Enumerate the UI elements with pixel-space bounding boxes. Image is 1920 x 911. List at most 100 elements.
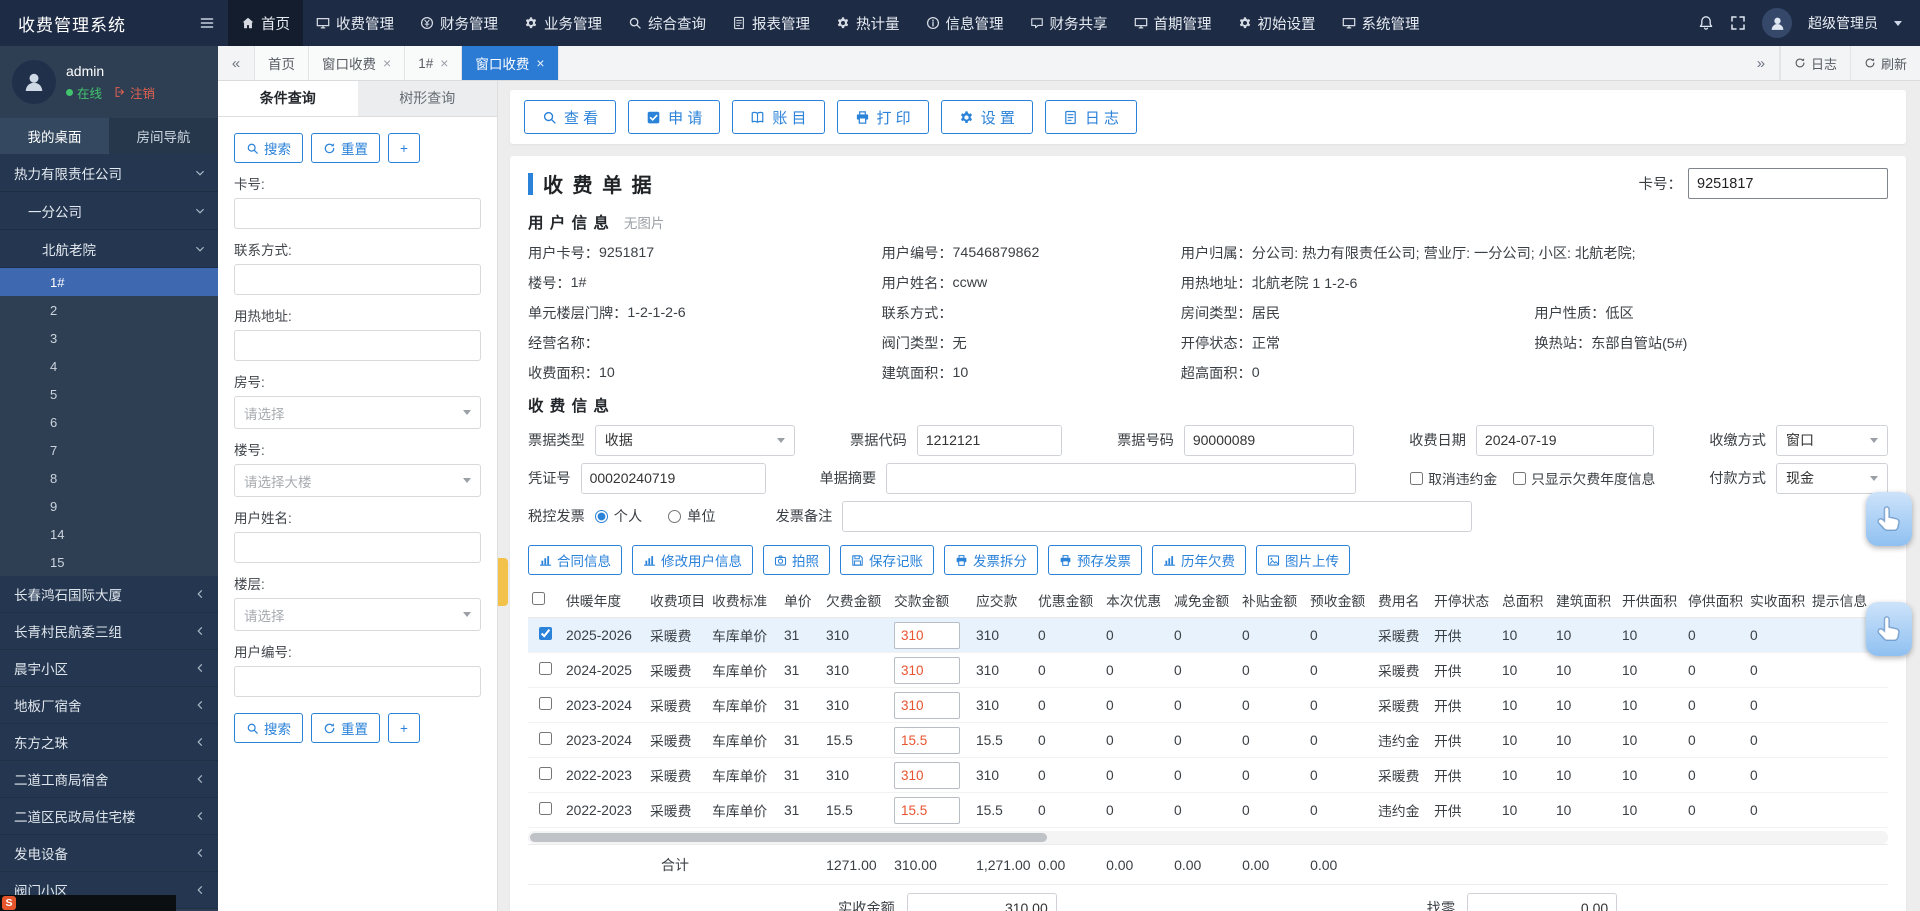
- fee-option-checkbox[interactable]: 取消违约金: [1410, 468, 1497, 488]
- search-button[interactable]: 搜索: [234, 713, 303, 743]
- top-nav-item[interactable]: 热计量: [823, 0, 913, 46]
- toolbar-button[interactable]: 查 看: [524, 100, 616, 134]
- pay-amount-input[interactable]: [894, 692, 960, 719]
- checkbox[interactable]: [1513, 472, 1526, 485]
- tree-unit-item[interactable]: 4: [0, 352, 218, 380]
- voucher-input[interactable]: [581, 463, 766, 494]
- pay-amount-input[interactable]: [894, 797, 960, 824]
- receipt-no-input[interactable]: [1184, 425, 1354, 456]
- user-avatar[interactable]: [1762, 8, 1792, 38]
- query-input[interactable]: [234, 666, 481, 697]
- toolbar-button[interactable]: 打 印: [837, 100, 929, 134]
- tree-community-item[interactable]: 长春鸿石国际大厦: [0, 576, 218, 613]
- tab[interactable]: 窗口收费 ×: [462, 46, 558, 80]
- action-button[interactable]: 图片上传: [1256, 545, 1350, 575]
- pay-amount-input[interactable]: [894, 622, 960, 649]
- invoice-note-input[interactable]: [842, 501, 1472, 532]
- tree-unit-item[interactable]: 7: [0, 436, 218, 464]
- pay-amount-input[interactable]: [894, 657, 960, 684]
- tree-community-item[interactable]: 二道区民政局住宅楼: [0, 798, 218, 835]
- tree-unit-item[interactable]: 9: [0, 492, 218, 520]
- logout-button[interactable]: 注销: [114, 83, 155, 102]
- sidebar-tab[interactable]: 我的桌面: [0, 118, 109, 154]
- top-nav-item[interactable]: 收费管理: [303, 0, 407, 46]
- fee-option-checkbox[interactable]: 只显示欠费年度信息: [1513, 468, 1655, 488]
- tab-close-icon[interactable]: ×: [383, 56, 391, 70]
- tree-unit-item[interactable]: 6: [0, 408, 218, 436]
- pay-amount-input[interactable]: [894, 727, 960, 754]
- tab[interactable]: 窗口收费 ×: [309, 46, 405, 80]
- toolbar-button[interactable]: 日 志: [1045, 100, 1137, 134]
- touch-hand-button[interactable]: [1866, 602, 1912, 656]
- tree-community-item[interactable]: 二道工商局宿舍: [0, 761, 218, 798]
- row-checkbox[interactable]: [539, 802, 552, 815]
- toolbar-button[interactable]: 账 目: [732, 100, 824, 134]
- query-select[interactable]: 请选择: [234, 396, 481, 429]
- query-input[interactable]: [234, 198, 481, 229]
- top-nav-item[interactable]: 首页: [228, 0, 303, 46]
- tree-community-item[interactable]: 长青村民航委三组: [0, 613, 218, 650]
- search-button[interactable]: 搜索: [234, 133, 303, 163]
- scrollbar-thumb[interactable]: [530, 833, 1047, 842]
- refresh-button[interactable]: 刷新: [1850, 46, 1920, 80]
- tab-home[interactable]: 首页: [255, 46, 309, 80]
- action-button[interactable]: 合同信息: [528, 545, 622, 575]
- row-checkbox[interactable]: [539, 732, 552, 745]
- top-nav-item[interactable]: 财务管理: [407, 0, 511, 46]
- query-select[interactable]: 请选择: [234, 598, 481, 631]
- top-nav-item[interactable]: 财务共享: [1017, 0, 1121, 46]
- tree-unit-item[interactable]: 8: [0, 464, 218, 492]
- query-panel-tab[interactable]: 树形查询: [358, 80, 498, 116]
- notifications-bell-icon[interactable]: [1698, 15, 1714, 31]
- fullscreen-icon[interactable]: [1730, 15, 1746, 31]
- tab-close-icon[interactable]: ×: [440, 56, 448, 70]
- action-button[interactable]: 历年欠费: [1152, 545, 1246, 575]
- receipt-type-select[interactable]: 收据: [595, 425, 795, 456]
- top-nav-item[interactable]: 综合查询: [615, 0, 719, 46]
- tree-community-item[interactable]: 晨宇小区: [0, 650, 218, 687]
- query-input[interactable]: [234, 264, 481, 295]
- card-no-input[interactable]: [1688, 168, 1888, 199]
- top-nav-item[interactable]: 信息管理: [913, 0, 1017, 46]
- top-nav-item[interactable]: 首期管理: [1121, 0, 1225, 46]
- tree-unit-item[interactable]: 3: [0, 324, 218, 352]
- touch-hand-button[interactable]: [1866, 492, 1912, 546]
- toolbar-button[interactable]: 设 置: [941, 100, 1033, 134]
- sidebar-tab[interactable]: 房间导航: [109, 118, 218, 154]
- pay-amount-input[interactable]: [894, 762, 960, 789]
- payment-method-select[interactable]: 现金: [1776, 463, 1888, 494]
- tree-group[interactable]: 一分公司: [0, 192, 218, 230]
- summary-input[interactable]: [886, 463, 1356, 494]
- query-select[interactable]: 请选择大楼: [234, 464, 481, 497]
- select-all-checkbox[interactable]: [532, 592, 545, 605]
- paid-amount-input[interactable]: [907, 893, 1057, 911]
- tree-community-item[interactable]: 东方之珠: [0, 724, 218, 761]
- radio[interactable]: [595, 510, 608, 523]
- tree-community-item[interactable]: 发电设备: [0, 835, 218, 872]
- change-input[interactable]: [1467, 893, 1617, 911]
- tree-group[interactable]: 北航老院: [0, 230, 218, 268]
- action-button[interactable]: 发票拆分: [944, 545, 1038, 575]
- query-panel-collapse-handle[interactable]: [498, 558, 508, 606]
- tree-group[interactable]: 热力有限责任公司: [0, 154, 218, 192]
- row-checkbox[interactable]: [539, 767, 552, 780]
- charge-date-input[interactable]: [1476, 425, 1654, 456]
- action-button[interactable]: 拍照: [763, 545, 830, 575]
- tree-unit-item[interactable]: 1#: [0, 268, 218, 296]
- checkbox[interactable]: [1410, 472, 1423, 485]
- add-button[interactable]: +: [388, 133, 420, 163]
- tab-close-icon[interactable]: ×: [536, 56, 544, 70]
- tree-unit-item[interactable]: 5: [0, 380, 218, 408]
- tabs-scroll-right-button[interactable]: »: [1743, 46, 1780, 80]
- query-panel-tab[interactable]: 条件查询: [218, 80, 358, 116]
- action-button[interactable]: 修改用户信息: [632, 545, 753, 575]
- reset-button[interactable]: 重置: [311, 713, 380, 743]
- tax-invoice-radio-option[interactable]: 单位: [668, 506, 715, 526]
- query-input[interactable]: [234, 330, 481, 361]
- reset-button[interactable]: 重置: [311, 133, 380, 163]
- tab[interactable]: 1# ×: [405, 46, 462, 80]
- top-nav-item[interactable]: 业务管理: [511, 0, 615, 46]
- top-nav-item[interactable]: 初始设置: [1225, 0, 1329, 46]
- row-checkbox[interactable]: [539, 627, 552, 640]
- horizontal-scrollbar[interactable]: [528, 831, 1888, 844]
